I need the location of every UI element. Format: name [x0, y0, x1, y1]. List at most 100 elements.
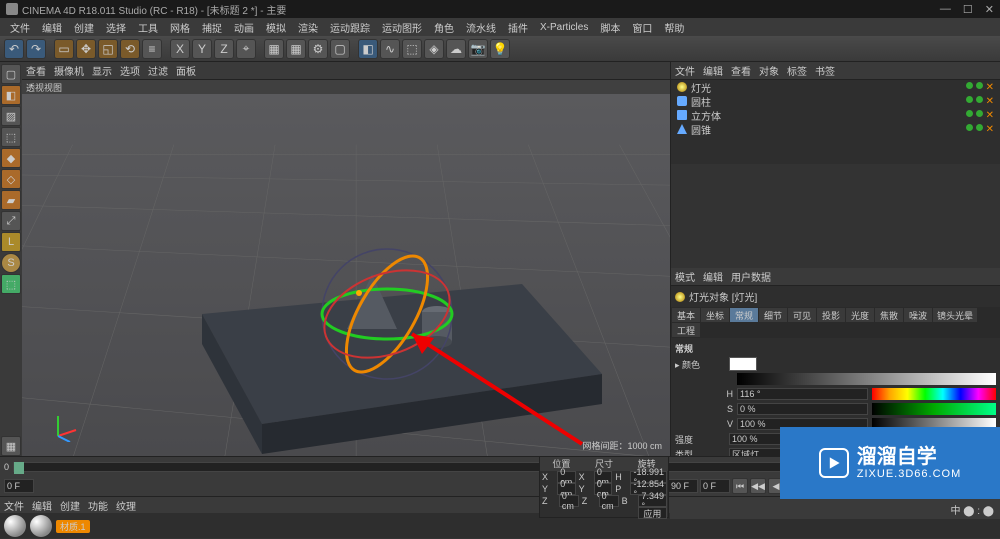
attr-tab-project[interactable]: 工程: [672, 323, 700, 337]
menu-help[interactable]: 帮助: [658, 20, 690, 35]
maximize-button[interactable]: ☐: [963, 3, 973, 16]
om-tab-view[interactable]: 查看: [731, 63, 751, 78]
add-light[interactable]: 💡: [490, 39, 510, 59]
move-tool[interactable]: ✥: [76, 39, 96, 59]
frame-cur-field[interactable]: 0 F: [700, 479, 730, 493]
make-editable[interactable]: ▢: [1, 64, 21, 84]
menu-file[interactable]: 文件: [4, 20, 36, 35]
add-camera[interactable]: 📷: [468, 39, 488, 59]
menu-snap[interactable]: 捕捉: [196, 20, 228, 35]
color-swatch[interactable]: [729, 357, 757, 371]
attr-tab-photometric[interactable]: 光度: [846, 308, 874, 322]
om-tab-objects[interactable]: 对象: [759, 63, 779, 78]
vp-menu-panel[interactable]: 面板: [176, 63, 196, 78]
coord-system[interactable]: ⌖: [236, 39, 256, 59]
recent-tool[interactable]: ≡: [142, 39, 162, 59]
attr-userdata[interactable]: 用户数据: [731, 269, 771, 284]
attr-tab-details[interactable]: 细节: [759, 308, 787, 322]
material-slot-2[interactable]: [30, 515, 52, 537]
enable-axis[interactable]: L: [1, 232, 21, 252]
attr-tab-caustics[interactable]: 焦散: [875, 308, 903, 322]
axis-mode[interactable]: ⤢: [1, 211, 21, 231]
om-tab-bookmarks[interactable]: 书签: [815, 63, 835, 78]
add-generator[interactable]: ⬚: [402, 39, 422, 59]
object-row-cylinder[interactable]: 圆柱 ✕: [671, 94, 1000, 108]
attr-tab-basic[interactable]: 基本: [672, 308, 700, 322]
attr-tab-visibility[interactable]: 可见: [788, 308, 816, 322]
frame-end-field[interactable]: 90 F: [668, 479, 698, 493]
render-view[interactable]: ▦: [264, 39, 284, 59]
add-cube[interactable]: ◧: [358, 39, 378, 59]
minimize-button[interactable]: —: [940, 3, 951, 16]
om-tab-edit[interactable]: 编辑: [703, 63, 723, 78]
attr-edit[interactable]: 编辑: [703, 269, 723, 284]
coords-apply[interactable]: 应用: [638, 507, 667, 519]
sat-slider[interactable]: [872, 403, 997, 415]
scale-tool[interactable]: ◱: [98, 39, 118, 59]
menu-select[interactable]: 选择: [100, 20, 132, 35]
rotate-gizmo[interactable]: [312, 239, 462, 389]
texture-mode[interactable]: ▨: [1, 106, 21, 126]
x-axis-lock[interactable]: X: [170, 39, 190, 59]
frame-start-field[interactable]: 0 F: [4, 479, 34, 493]
vp-menu-options[interactable]: 选项: [120, 63, 140, 78]
h-field[interactable]: 116 °: [737, 388, 868, 400]
render-settings[interactable]: ⚙: [308, 39, 328, 59]
menu-character[interactable]: 角色: [428, 20, 460, 35]
attr-tab-general[interactable]: 常规: [730, 308, 758, 322]
snap-toggle[interactable]: S: [1, 253, 21, 273]
mat-tab-function[interactable]: 功能: [88, 498, 108, 513]
mat-tab-create[interactable]: 创建: [60, 498, 80, 513]
timeline-playhead[interactable]: [14, 462, 24, 474]
attr-tab-coord[interactable]: 坐标: [701, 308, 729, 322]
workplane-mode[interactable]: ⬚: [1, 127, 21, 147]
mat-tab-edit[interactable]: 编辑: [32, 498, 52, 513]
vp-menu-display[interactable]: 显示: [92, 63, 112, 78]
render-region[interactable]: ▦: [286, 39, 306, 59]
prev-key[interactable]: ◀◀: [750, 478, 766, 494]
menu-pipeline[interactable]: 流水线: [460, 20, 502, 35]
rot-b[interactable]: 7.349 °: [638, 495, 667, 507]
viewport-settings[interactable]: ▦: [1, 436, 21, 456]
redo-button[interactable]: ↷: [26, 39, 46, 59]
attr-tab-noise[interactable]: 噪波: [904, 308, 932, 322]
menu-edit[interactable]: 编辑: [36, 20, 68, 35]
object-row-cone[interactable]: 圆锥 ✕: [671, 122, 1000, 136]
om-tab-tags[interactable]: 标签: [787, 63, 807, 78]
size-z[interactable]: 0 cm: [599, 495, 619, 507]
menu-animate[interactable]: 动画: [228, 20, 260, 35]
poly-mode[interactable]: ▰: [1, 190, 21, 210]
attr-mode[interactable]: 模式: [675, 269, 695, 284]
mat-tab-texture[interactable]: 纹理: [116, 498, 136, 513]
attr-tab-shadow[interactable]: 投影: [817, 308, 845, 322]
y-axis-lock[interactable]: Y: [192, 39, 212, 59]
add-spline[interactable]: ∿: [380, 39, 400, 59]
menu-render[interactable]: 渲染: [292, 20, 324, 35]
object-tree[interactable]: 灯光 ✕ 圆柱 ✕ 立方体 ✕ 圆锥 ✕: [671, 80, 1000, 164]
undo-button[interactable]: ↶: [4, 39, 24, 59]
menu-create[interactable]: 创建: [68, 20, 100, 35]
goto-start[interactable]: ⏮: [732, 478, 748, 494]
brightness-slider[interactable]: [737, 373, 996, 385]
z-axis-lock[interactable]: Z: [214, 39, 234, 59]
object-row-cube[interactable]: 立方体 ✕: [671, 108, 1000, 122]
close-button[interactable]: ✕: [985, 3, 994, 16]
hue-slider[interactable]: [872, 388, 997, 400]
pos-z[interactable]: 0 cm: [559, 495, 579, 507]
material-slot-1[interactable]: [4, 515, 26, 537]
add-deformer[interactable]: ◈: [424, 39, 444, 59]
workplane-toggle[interactable]: ⬚: [1, 274, 21, 294]
menu-window[interactable]: 窗口: [626, 20, 658, 35]
menu-simulate[interactable]: 模拟: [260, 20, 292, 35]
picture-viewer[interactable]: ▢: [330, 39, 350, 59]
menu-plugins[interactable]: 插件: [502, 20, 534, 35]
menu-motiontrack[interactable]: 运动跟踪: [324, 20, 376, 35]
mat-tab-file[interactable]: 文件: [4, 498, 24, 513]
vp-menu-view[interactable]: 查看: [26, 63, 46, 78]
menu-mograph[interactable]: 运动图形: [376, 20, 428, 35]
menu-tools[interactable]: 工具: [132, 20, 164, 35]
edge-mode[interactable]: ◇: [1, 169, 21, 189]
vp-menu-filter[interactable]: 过滤: [148, 63, 168, 78]
point-mode[interactable]: ◆: [1, 148, 21, 168]
menu-xparticles[interactable]: X-Particles: [534, 22, 594, 33]
